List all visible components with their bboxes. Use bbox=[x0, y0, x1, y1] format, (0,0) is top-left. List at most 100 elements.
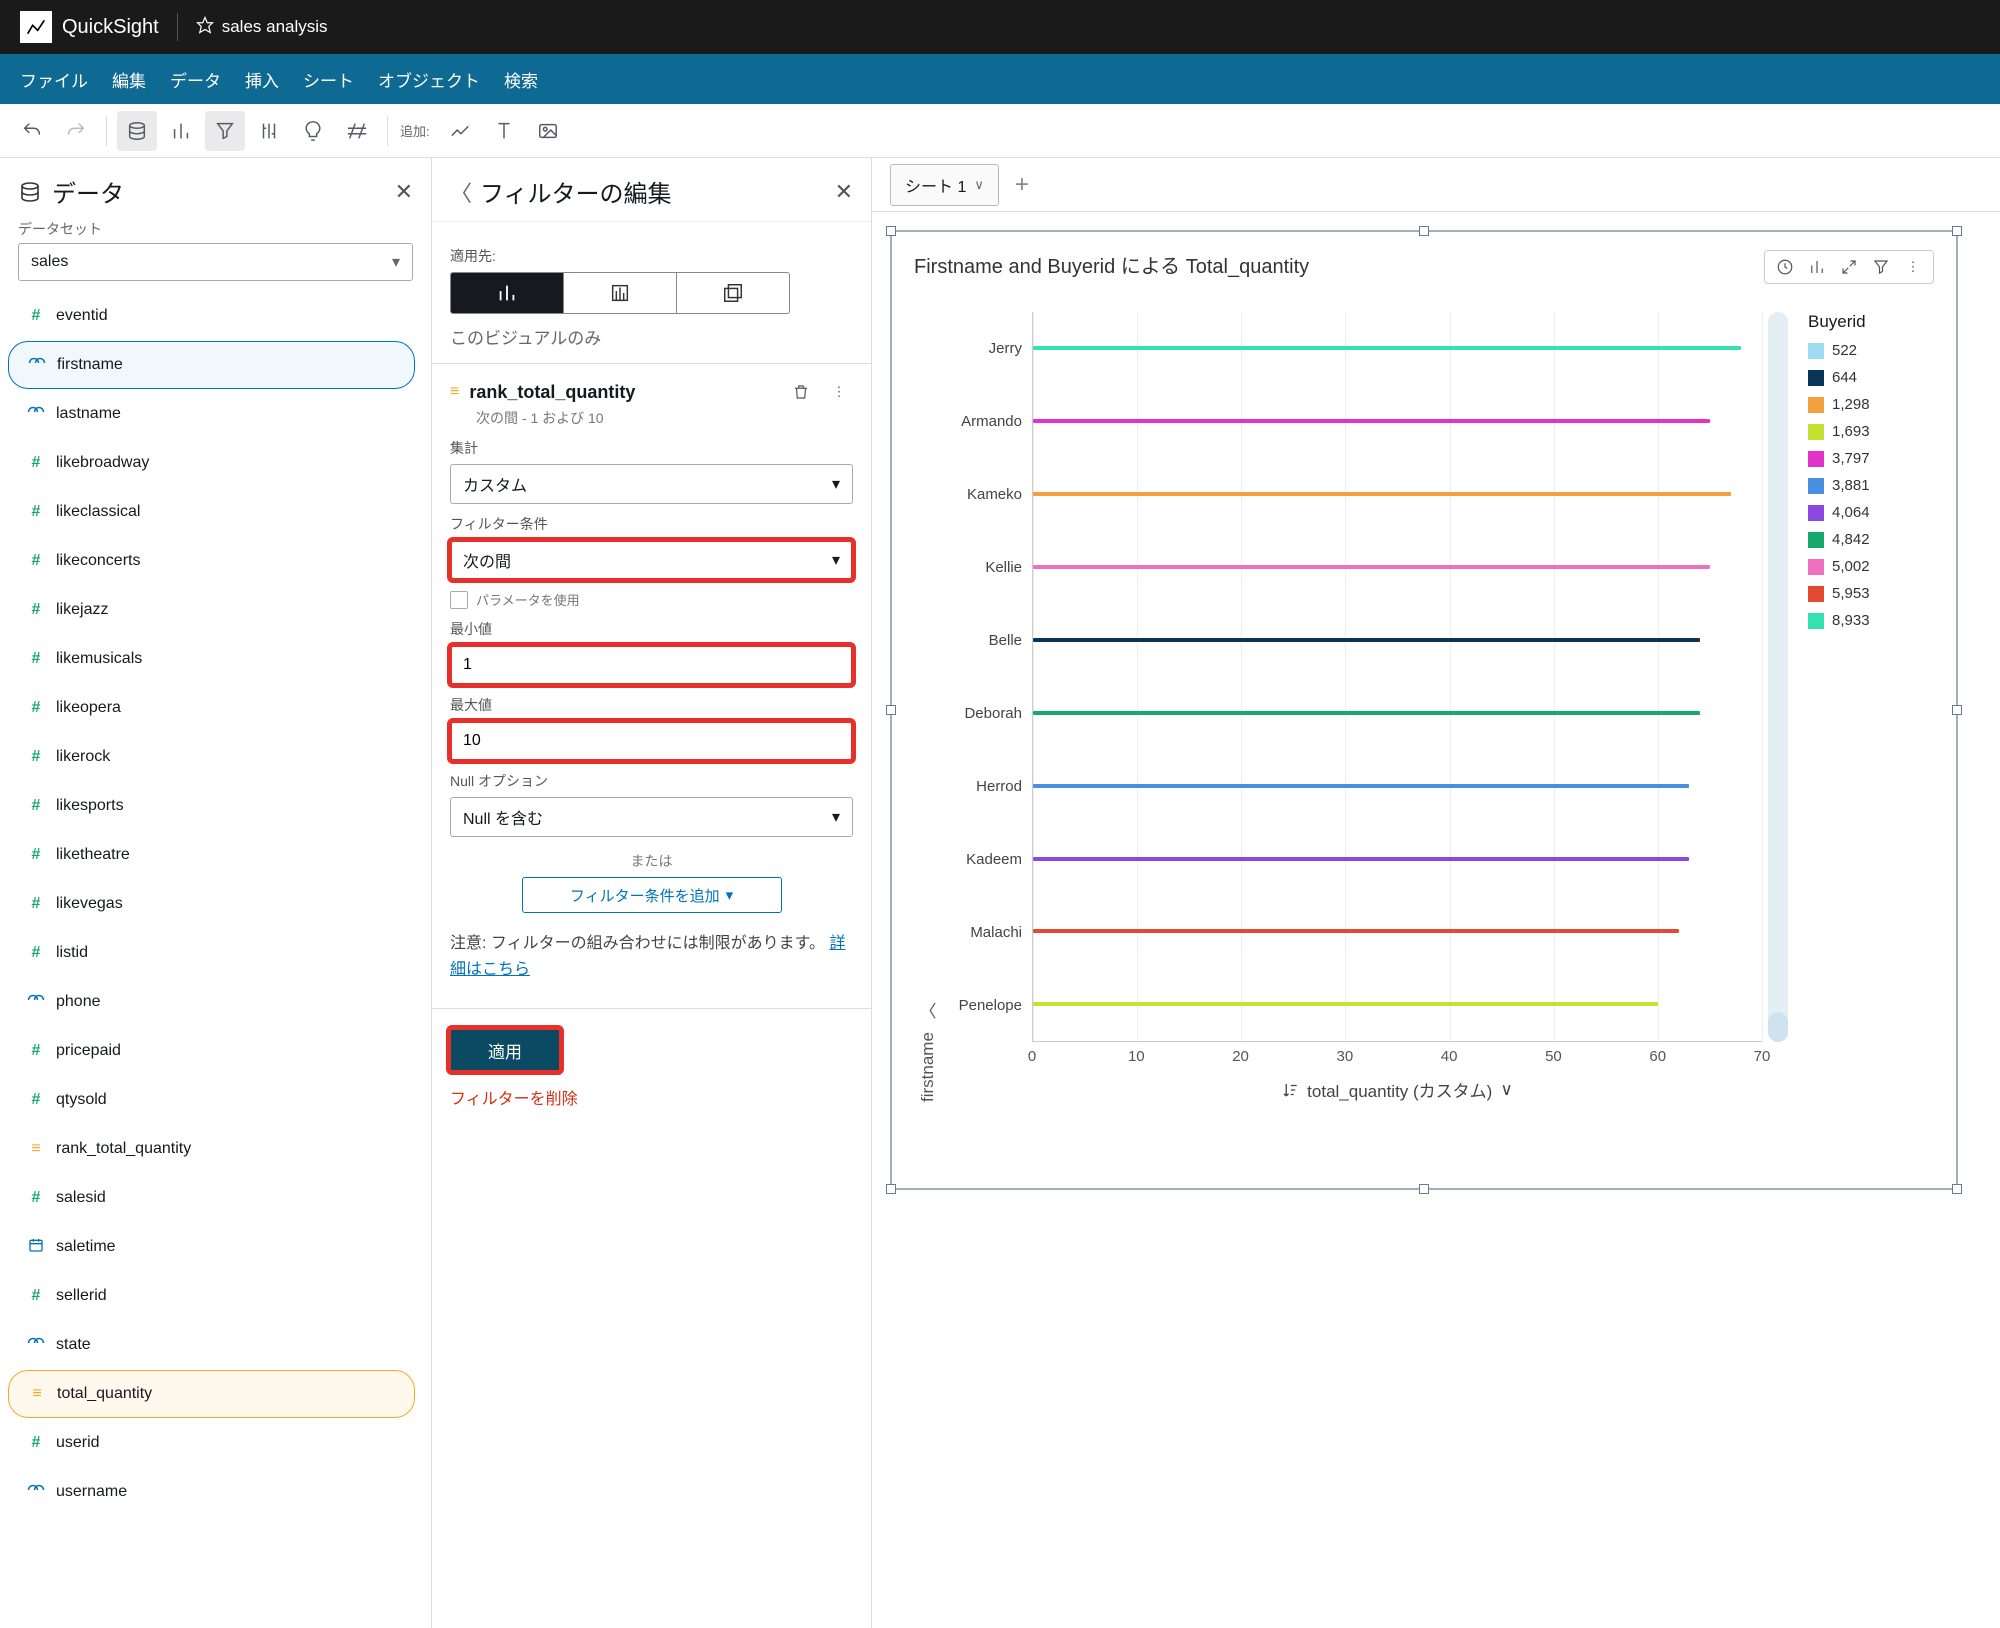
bar[interactable] bbox=[1033, 638, 1700, 642]
menu-data[interactable]: データ bbox=[170, 67, 221, 92]
autograph-icon[interactable] bbox=[1773, 255, 1797, 279]
resize-handle[interactable] bbox=[1952, 705, 1962, 715]
legend-item[interactable]: 5,002 bbox=[1808, 558, 1934, 575]
star-icon[interactable] bbox=[196, 16, 214, 39]
themes-button[interactable] bbox=[337, 111, 377, 151]
close-icon[interactable]: ✕ bbox=[395, 179, 413, 205]
field-saletime[interactable]: saletime bbox=[8, 1223, 415, 1271]
field-likesports[interactable]: #likesports bbox=[8, 782, 415, 830]
scope-sheet[interactable] bbox=[564, 273, 677, 313]
field-lastname[interactable]: lastname bbox=[8, 390, 415, 438]
bar[interactable] bbox=[1033, 346, 1741, 350]
chart-type-icon[interactable] bbox=[1805, 255, 1829, 279]
field-likemusicals[interactable]: #likemusicals bbox=[8, 635, 415, 683]
add-condition-button[interactable]: フィルター条件を追加 ▾ bbox=[522, 877, 782, 913]
bar[interactable] bbox=[1033, 711, 1700, 715]
expand-icon[interactable] bbox=[1837, 255, 1861, 279]
agg-select[interactable]: カスタム▾ bbox=[450, 464, 853, 504]
menu-file[interactable]: ファイル bbox=[20, 67, 88, 92]
menu-search[interactable]: 検索 bbox=[504, 67, 538, 92]
apply-button[interactable]: 適用 bbox=[450, 1029, 560, 1071]
field-username[interactable]: username bbox=[8, 1468, 415, 1516]
redo-button[interactable] bbox=[56, 111, 96, 151]
add-line-icon[interactable] bbox=[440, 111, 480, 151]
more-icon[interactable]: ⋮ bbox=[825, 378, 853, 406]
insights-button[interactable] bbox=[293, 111, 333, 151]
dataset-select[interactable]: sales ▾ bbox=[18, 243, 413, 281]
legend-item[interactable]: 1,693 bbox=[1808, 423, 1934, 440]
app-logo[interactable]: QuickSight bbox=[20, 11, 159, 43]
add-image-icon[interactable] bbox=[528, 111, 568, 151]
scope-all[interactable] bbox=[677, 273, 789, 313]
field-list[interactable]: #eventidfirstnamelastname#likebroadway#l… bbox=[0, 291, 431, 1628]
field-pricepaid[interactable]: #pricepaid bbox=[8, 1027, 415, 1075]
field-sellerid[interactable]: #sellerid bbox=[8, 1272, 415, 1320]
legend-item[interactable]: 5,953 bbox=[1808, 585, 1934, 602]
null-select[interactable]: Null を含む▾ bbox=[450, 797, 853, 837]
bar[interactable] bbox=[1033, 419, 1710, 423]
resize-handle[interactable] bbox=[886, 1184, 896, 1194]
resize-handle[interactable] bbox=[1419, 1184, 1429, 1194]
more-icon[interactable]: ⋮ bbox=[1901, 255, 1925, 279]
field-qtysold[interactable]: #qtysold bbox=[8, 1076, 415, 1124]
menu-edit[interactable]: 編集 bbox=[112, 67, 146, 92]
menu-sheet[interactable]: シート bbox=[303, 67, 354, 92]
field-eventid[interactable]: #eventid bbox=[8, 292, 415, 340]
bar[interactable] bbox=[1033, 784, 1689, 788]
legend-item[interactable]: 3,881 bbox=[1808, 477, 1934, 494]
field-likeclassical[interactable]: #likeclassical bbox=[8, 488, 415, 536]
field-total_quantity[interactable]: ≡total_quantity bbox=[8, 1370, 415, 1418]
cond-select[interactable]: 次の間▾ bbox=[450, 540, 853, 580]
resize-handle[interactable] bbox=[886, 705, 896, 715]
resize-handle[interactable] bbox=[1952, 1184, 1962, 1194]
sheet-tab-1[interactable]: シート 1 ∨ bbox=[890, 164, 999, 206]
legend-item[interactable]: 1,298 bbox=[1808, 396, 1934, 413]
menu-object[interactable]: オブジェクト bbox=[378, 67, 480, 92]
filter-panel-button[interactable] bbox=[205, 111, 245, 151]
visual-container[interactable]: Firstname and Buyerid による Total_quantity… bbox=[890, 230, 1958, 1190]
chart-scrollbar[interactable] bbox=[1768, 312, 1788, 1042]
field-phone[interactable]: phone bbox=[8, 978, 415, 1026]
field-salesid[interactable]: #salesid bbox=[8, 1174, 415, 1222]
field-likevegas[interactable]: #likevegas bbox=[8, 880, 415, 928]
bar[interactable] bbox=[1033, 565, 1710, 569]
field-userid[interactable]: #userid bbox=[8, 1419, 415, 1467]
doc-title-row[interactable]: sales analysis bbox=[196, 16, 328, 39]
resize-handle[interactable] bbox=[1952, 226, 1962, 236]
legend-item[interactable]: 3,797 bbox=[1808, 450, 1934, 467]
use-param-checkbox[interactable]: パラメータを使用 bbox=[450, 590, 853, 609]
field-rank_total_quantity[interactable]: ≡rank_total_quantity bbox=[8, 1125, 415, 1173]
undo-button[interactable] bbox=[12, 111, 52, 151]
bar[interactable] bbox=[1033, 1002, 1658, 1006]
legend-item[interactable]: 4,842 bbox=[1808, 531, 1934, 548]
legend-item[interactable]: 8,933 bbox=[1808, 612, 1934, 629]
field-likejazz[interactable]: #likejazz bbox=[8, 586, 415, 634]
field-state[interactable]: state bbox=[8, 1321, 415, 1369]
visualize-button[interactable] bbox=[161, 111, 201, 151]
field-listid[interactable]: #listid bbox=[8, 929, 415, 977]
delete-filter-link[interactable]: フィルターを削除 bbox=[450, 1085, 853, 1109]
field-likebroadway[interactable]: #likebroadway bbox=[8, 439, 415, 487]
field-likerock[interactable]: #likerock bbox=[8, 733, 415, 781]
bar[interactable] bbox=[1033, 857, 1689, 861]
x-axis-label[interactable]: total_quantity (カスタム) ∨ bbox=[1032, 1077, 1762, 1102]
parameters-button[interactable] bbox=[249, 111, 289, 151]
field-likeopera[interactable]: #likeopera bbox=[8, 684, 415, 732]
delete-filter-icon[interactable] bbox=[787, 378, 815, 406]
min-input[interactable] bbox=[450, 645, 853, 685]
field-liketheatre[interactable]: #liketheatre bbox=[8, 831, 415, 879]
menu-insert[interactable]: 挿入 bbox=[245, 67, 279, 92]
legend-item[interactable]: 522 bbox=[1808, 342, 1934, 359]
max-input[interactable] bbox=[450, 721, 853, 761]
resize-handle[interactable] bbox=[886, 226, 896, 236]
bar[interactable] bbox=[1033, 492, 1731, 496]
filter-icon[interactable] bbox=[1869, 255, 1893, 279]
data-panel-button[interactable] bbox=[117, 111, 157, 151]
field-likeconcerts[interactable]: #likeconcerts bbox=[8, 537, 415, 585]
legend-item[interactable]: 644 bbox=[1808, 369, 1934, 386]
resize-handle[interactable] bbox=[1419, 226, 1429, 236]
close-icon[interactable]: ✕ bbox=[835, 179, 853, 205]
legend-item[interactable]: 4,064 bbox=[1808, 504, 1934, 521]
add-sheet-button[interactable]: + bbox=[1007, 171, 1037, 199]
add-text-icon[interactable] bbox=[484, 111, 524, 151]
